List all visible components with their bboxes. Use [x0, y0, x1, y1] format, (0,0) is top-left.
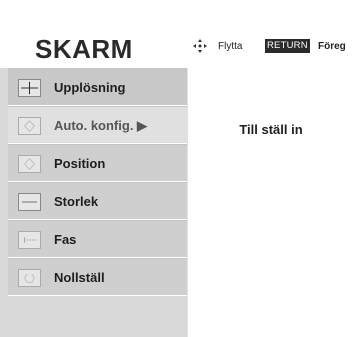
menu-item-fas[interactable]: Fas — [8, 220, 187, 258]
menu-item-label: Fas — [54, 232, 77, 247]
menu-item-label: Auto. konfig. ▶ — [54, 118, 148, 133]
menu-item-position[interactable]: Position — [8, 144, 187, 182]
phase-icon — [18, 231, 41, 249]
content-description: Till ställ in — [239, 122, 303, 137]
content-panel: Till ställ in — [187, 68, 353, 337]
size-icon — [18, 193, 41, 211]
return-hint-label: Föreg — [318, 41, 346, 52]
return-key-badge: RETURN — [265, 39, 310, 53]
grid-icon — [18, 79, 41, 97]
move-arrows-icon — [193, 39, 207, 53]
settings-menu: Upplösning Auto. konfig. ▶ Position Stor… — [0, 68, 187, 337]
menu-item-label: Storlek — [54, 194, 99, 209]
screen-title: SKARM — [35, 34, 133, 64]
move-hint-label: Flytta — [218, 41, 243, 52]
reset-icon — [18, 269, 41, 287]
menu-item-storlek[interactable]: Storlek — [8, 182, 187, 220]
menu-item-upplosning[interactable]: Upplösning — [8, 68, 187, 106]
auto-config-icon — [18, 117, 41, 135]
header: SKARM Flytta RETURN Föreg — [0, 0, 353, 68]
menu-item-label: Nollställ — [54, 270, 105, 285]
menu-item-auto-konfig[interactable]: Auto. konfig. ▶ — [8, 106, 187, 144]
position-icon — [18, 155, 41, 173]
menu-item-nollstall[interactable]: Nollställ — [8, 258, 187, 296]
menu-item-label: Position — [54, 156, 106, 171]
menu-item-label: Upplösning — [54, 80, 126, 95]
